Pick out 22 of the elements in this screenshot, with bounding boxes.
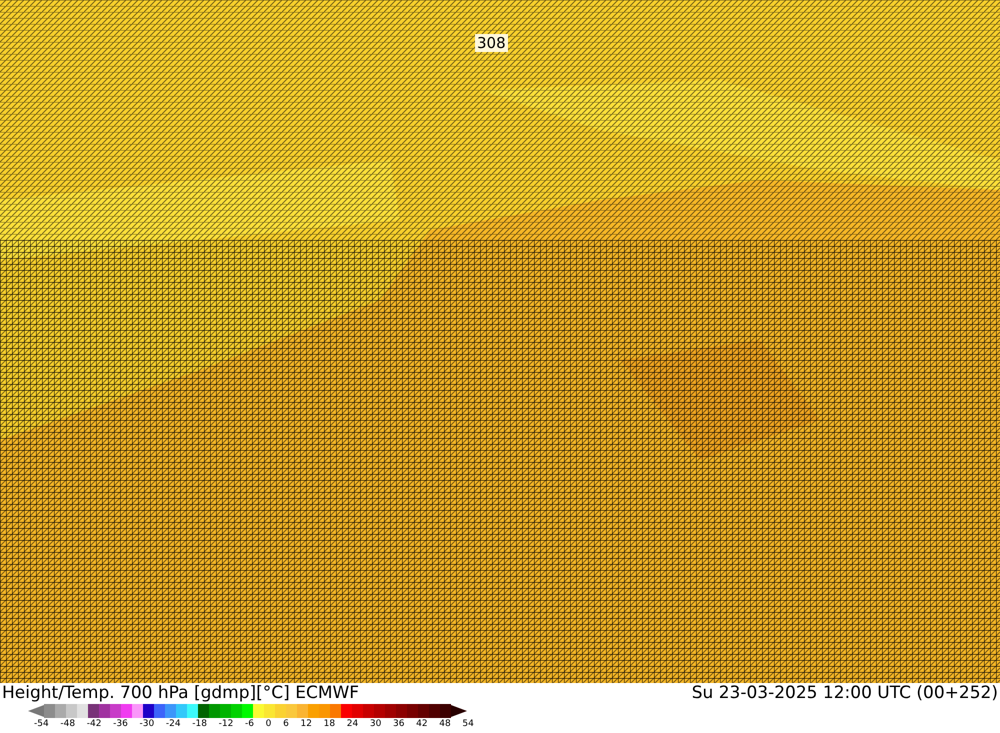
colorbar-tick-label: -18 bbox=[192, 719, 207, 730]
colorbar-tick-label: -54 bbox=[34, 719, 49, 730]
colorbar-tick-label: -24 bbox=[166, 719, 181, 730]
colorbar-tick-label: 36 bbox=[392, 719, 404, 730]
colorbar-tick-label: 30 bbox=[370, 719, 382, 730]
colorbar-tick-label: 42 bbox=[416, 719, 428, 730]
colorbar-tick-label: 0 bbox=[266, 719, 272, 730]
contour-label: 308 bbox=[475, 34, 508, 52]
colorbar-tick-label: 54 bbox=[462, 719, 474, 730]
colorbar-tick-label: -30 bbox=[140, 719, 154, 730]
colorbar-tick-label: -6 bbox=[245, 719, 254, 730]
colorbar-tick-label: -12 bbox=[218, 719, 234, 730]
colorbar-tick-label: -36 bbox=[113, 719, 128, 730]
colorbar-tick-label: -48 bbox=[60, 719, 76, 730]
colorbar-tick-label: 24 bbox=[346, 719, 358, 730]
valid-time: Su 23-03-2025 12:00 UTC (00+252) bbox=[692, 683, 998, 703]
colorbar-tick-label: 12 bbox=[300, 719, 312, 730]
chart-title: Height/Temp. 700 hPa [gdmp][°C] ECMWF bbox=[2, 683, 360, 703]
colorbar-tick-label: 18 bbox=[324, 719, 336, 730]
colorbar-tick-label: -42 bbox=[86, 719, 102, 730]
colorbar-tick-label: 48 bbox=[439, 719, 451, 730]
colorbar-tick-label: 6 bbox=[283, 719, 289, 730]
